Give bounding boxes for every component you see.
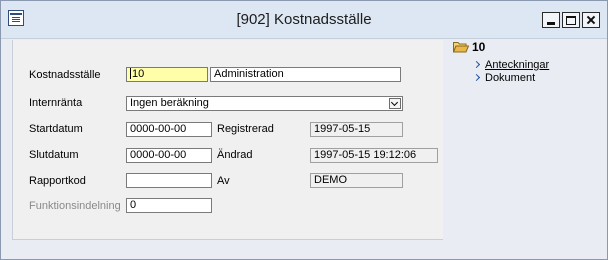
rapportkod-label: Rapportkod	[29, 175, 86, 187]
kostnadsstalle-name-value: Administration	[214, 68, 284, 80]
chevron-down-icon[interactable]	[389, 98, 401, 109]
funktionsindelning-value: 0	[130, 199, 137, 211]
registrerad-value-field: 1997-05-15	[310, 122, 403, 137]
link-anteckningar[interactable]: Anteckningar	[472, 59, 550, 71]
startdatum-input[interactable]: 0000-00-00	[126, 122, 212, 137]
rapportkod-input[interactable]	[126, 173, 212, 188]
maximize-button[interactable]	[562, 12, 580, 28]
andrad-label: Ändrad	[217, 149, 253, 161]
kostnadsstalle-code-value: 10	[132, 68, 145, 80]
andrad-value: 1997-05-15 19:12:06	[314, 149, 417, 161]
form-panel: Kostnadsställe 10 Administration Internr…	[12, 40, 443, 240]
startdatum-label: Startdatum	[29, 123, 83, 135]
open-folder-icon	[453, 42, 469, 53]
kostnadsstalle-name-input[interactable]: Administration	[210, 67, 401, 82]
funktionsindelning-input[interactable]: 0	[126, 198, 212, 213]
startdatum-value: 0000-00-00	[130, 123, 187, 135]
minimize-button[interactable]	[542, 12, 560, 28]
chevron-right-icon	[472, 73, 481, 82]
av-value-field: DEMO	[310, 173, 403, 188]
kostnadsstalle-code-input[interactable]: 10	[126, 67, 208, 82]
slutdatum-value: 0000-00-00	[130, 149, 187, 161]
slutdatum-label: Slutdatum	[29, 149, 79, 161]
internranta-select[interactable]: Ingen beräkning	[126, 96, 403, 111]
internranta-label: Internränta	[29, 97, 83, 109]
link-dokument-label: Dokument	[485, 72, 536, 84]
title-bar[interactable]: [902] Kostnadsställe	[1, 1, 607, 39]
av-label: Av	[217, 175, 230, 187]
slutdatum-input[interactable]: 0000-00-00	[126, 148, 212, 163]
folder-id: 10	[472, 40, 486, 54]
andrad-value-field: 1997-05-15 19:12:06	[310, 148, 438, 163]
link-anteckningar-label: Anteckningar	[485, 59, 550, 71]
registrerad-label: Registrerad	[217, 123, 274, 135]
registrerad-value: 1997-05-15	[314, 123, 371, 135]
main-window: [902] Kostnadsställe Kostnadsställe 10 A…	[0, 0, 608, 260]
link-dokument[interactable]: Dokument	[472, 72, 536, 84]
internranta-selected-value: Ingen beräkning	[130, 97, 209, 109]
av-value: DEMO	[314, 174, 347, 186]
chevron-right-icon	[472, 60, 481, 69]
close-button[interactable]	[582, 12, 600, 28]
kostnadsstalle-label: Kostnadsställe	[29, 69, 101, 81]
funktionsindelning-label: Funktionsindelning	[29, 200, 121, 212]
window-title: [902] Kostnadsställe	[236, 11, 372, 28]
text-caret	[130, 68, 131, 79]
